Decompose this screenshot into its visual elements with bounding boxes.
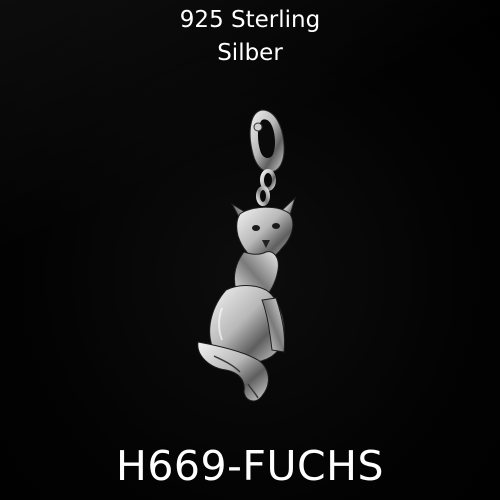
jump-rings (256, 169, 276, 206)
fox-figure (197, 196, 296, 402)
product-code: H669-FUCHS (116, 442, 384, 490)
lobster-clasp (249, 109, 285, 173)
product-photo: 925 Sterling Silber H669-FUCHS (0, 0, 500, 500)
fox-charm-pendant (197, 109, 296, 402)
